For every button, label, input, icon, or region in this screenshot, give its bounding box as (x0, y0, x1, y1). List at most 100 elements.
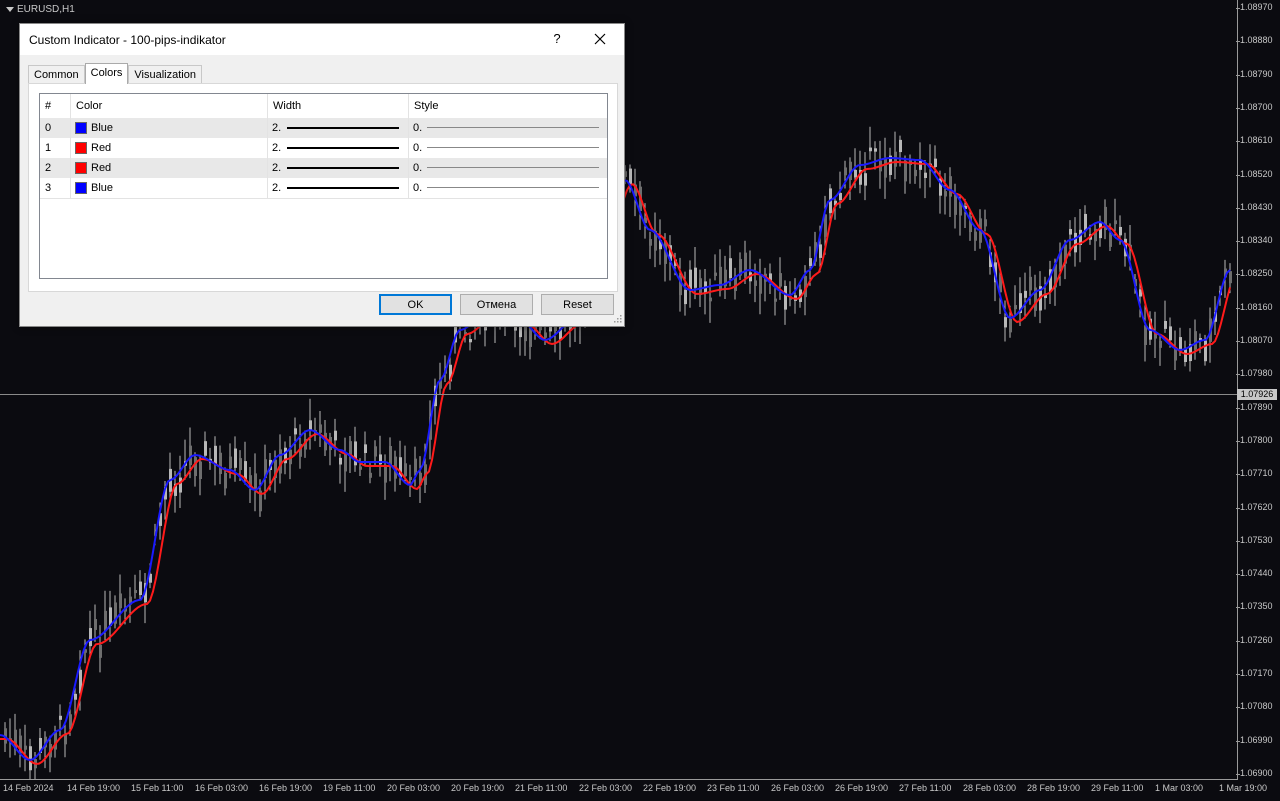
candle-body (774, 298, 777, 302)
candle-body (294, 428, 297, 435)
style-cell[interactable]: 0. (409, 138, 607, 158)
table-row[interactable]: 1 Red 2. 0. (40, 138, 607, 158)
width-cell[interactable]: 2. (268, 158, 409, 178)
price-tick-mark (1236, 540, 1240, 542)
reset-button[interactable]: Reset (541, 294, 614, 315)
candle-body (119, 593, 122, 609)
color-cell[interactable]: Blue (71, 118, 268, 138)
custom-indicator-dialog[interactable]: Custom Indicator - 100-pips-indikator ? … (19, 23, 625, 327)
candle-body (29, 746, 32, 771)
cancel-button[interactable]: Отмена (460, 294, 533, 315)
table-row[interactable]: 3 Blue 2. 0. (40, 178, 607, 199)
time-tick-label: 27 Feb 11:00 (899, 783, 952, 793)
candle-body (719, 266, 722, 291)
help-button[interactable]: ? (546, 28, 568, 50)
candle-body (914, 169, 917, 177)
candle-body (549, 326, 552, 332)
price-tick-mark (1236, 8, 1240, 9)
color-cell[interactable]: Red (71, 138, 268, 158)
price-tick-mark (1236, 440, 1240, 442)
candle-body (1069, 228, 1072, 235)
candle-body (1114, 220, 1117, 225)
price-tick-mark (1236, 474, 1240, 476)
candle-body (884, 158, 887, 178)
style-line-sample (427, 127, 599, 128)
candle-body (469, 338, 472, 343)
candle-body (844, 167, 847, 176)
style-cell[interactable]: 0. (409, 178, 607, 198)
dialog-title: Custom Indicator - 100-pips-indikator (29, 33, 226, 47)
time-tick-label: 15 Feb 11:00 (131, 783, 184, 793)
style-cell[interactable]: 0. (409, 118, 607, 138)
price-tick-label: 1.08880 (1240, 35, 1273, 46)
tab-colors[interactable]: Colors (84, 63, 129, 84)
candle-body (714, 272, 717, 276)
time-tick-label: 1 Mar 03:00 (1155, 783, 1204, 793)
candle-body (89, 628, 92, 647)
candle-body (729, 258, 732, 279)
column-header-index[interactable]: # (40, 94, 71, 118)
candle-body (214, 445, 217, 466)
candle-body (414, 458, 417, 473)
colors-grid[interactable]: # Color Width Style 0 Blue 2. 0. 1 Red 2… (39, 93, 608, 279)
ok-button[interactable]: OK (379, 294, 452, 315)
price-tick-label: 1.07530 (1240, 534, 1273, 545)
price-tick-label: 1.07710 (1240, 468, 1273, 479)
candle-body (134, 590, 137, 594)
width-line-sample (287, 187, 399, 189)
candle-body (919, 160, 922, 170)
style-cell[interactable]: 0. (409, 158, 607, 178)
price-tick-label: 1.08610 (1240, 135, 1273, 146)
time-tick-label: 29 Feb 11:00 (1091, 783, 1144, 793)
width-value: 2. (272, 142, 282, 154)
column-header-color[interactable]: Color (71, 94, 268, 118)
candle-body (194, 457, 197, 477)
resize-grip-icon[interactable] (613, 314, 622, 323)
candle-body (709, 297, 712, 302)
style-line-sample (427, 147, 599, 148)
price-tick-mark (1236, 707, 1240, 709)
tab-visualization[interactable]: Visualization (128, 65, 202, 84)
row-index: 0 (40, 118, 71, 138)
color-cell[interactable]: Blue (71, 178, 268, 198)
row-index: 1 (40, 138, 71, 158)
price-tick-mark (1236, 174, 1240, 176)
table-row[interactable]: 0 Blue 2. 0. (40, 118, 607, 138)
table-row[interactable]: 2 Red 2. 0. (40, 158, 607, 178)
close-button[interactable] (587, 28, 613, 50)
candle-body (99, 644, 102, 658)
width-value: 2. (272, 122, 282, 134)
candle-body (1074, 232, 1077, 253)
style-value: 0. (413, 162, 423, 174)
price-tick-label: 1.07620 (1240, 501, 1273, 512)
width-cell[interactable]: 2. (268, 178, 409, 198)
color-cell[interactable]: Red (71, 158, 268, 178)
width-cell[interactable]: 2. (268, 138, 409, 158)
candle-body (254, 473, 257, 491)
color-name: Red (91, 142, 112, 154)
candle-body (1029, 276, 1032, 291)
candle-body (319, 424, 322, 433)
column-header-style[interactable]: Style (409, 94, 607, 118)
price-tick-mark (1236, 773, 1240, 775)
price-tick-label: 1.07080 (1240, 701, 1273, 712)
time-tick-label: 19 Feb 11:00 (323, 783, 376, 793)
candle-body (934, 158, 937, 167)
candle-body (374, 446, 377, 457)
style-value: 0. (413, 142, 423, 154)
price-tick-mark (1236, 740, 1240, 742)
price-tick-mark (1236, 74, 1240, 76)
price-tick-mark (1236, 307, 1240, 309)
color-name: Red (91, 162, 112, 174)
candle-body (279, 449, 282, 474)
dialog-titlebar[interactable]: Custom Indicator - 100-pips-indikator ? (20, 24, 624, 55)
time-tick-label: 28 Feb 19:00 (1027, 783, 1081, 793)
candle-body (684, 289, 687, 305)
triangle-down-icon (6, 7, 14, 12)
tab-common[interactable]: Common (28, 65, 85, 84)
candle-body (1194, 331, 1197, 350)
width-cell[interactable]: 2. (268, 118, 409, 138)
time-tick-label: 23 Feb 11:00 (707, 783, 760, 793)
column-header-width[interactable]: Width (268, 94, 409, 118)
chart-symbol-label[interactable]: EURUSD,H1 (6, 4, 75, 15)
